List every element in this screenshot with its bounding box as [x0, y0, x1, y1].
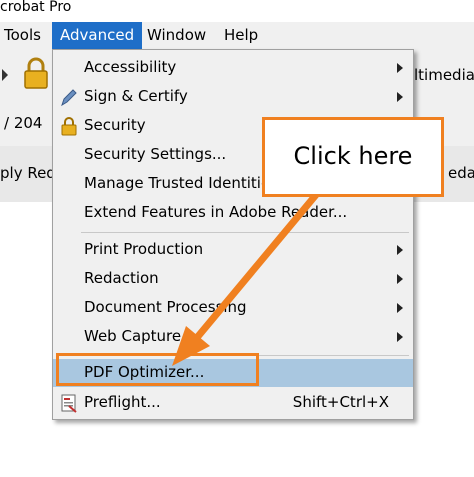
submenu-arrow-icon: [397, 274, 403, 284]
multimedia-label[interactable]: ltimedia: [414, 66, 474, 84]
submenu-arrow-icon: [397, 63, 403, 73]
lock-icon[interactable]: [22, 57, 50, 91]
pdf-optimizer-highlight-box: [56, 353, 259, 386]
toolbar-chevron-icon[interactable]: [2, 69, 8, 81]
menu-item-print-production[interactable]: Print Production: [53, 236, 413, 264]
menu-tools[interactable]: Tools: [0, 22, 49, 49]
click-here-callout: Click here: [262, 117, 444, 197]
menu-window[interactable]: Window: [139, 22, 214, 49]
redaction-label[interactable]: eda: [448, 164, 474, 182]
lock-icon: [61, 117, 77, 136]
callout-text: Click here: [293, 142, 413, 170]
submenu-arrow-icon: [397, 332, 403, 342]
submenu-arrow-icon: [397, 245, 403, 255]
preflight-icon: [61, 394, 77, 413]
menu-item-redaction[interactable]: Redaction: [53, 265, 413, 293]
menu-item-extend-features[interactable]: Extend Features in Adobe Reader...: [53, 199, 413, 227]
window-title: crobat Pro: [0, 0, 72, 15]
menu-advanced[interactable]: Advanced: [52, 22, 143, 49]
menu-bar: Tools Advanced Window Help: [0, 22, 474, 49]
submenu-arrow-icon: [397, 92, 403, 102]
menu-item-sign-certify[interactable]: Sign & Certify: [53, 83, 413, 111]
submenu-arrow-icon: [397, 303, 403, 313]
pen-icon: [61, 89, 77, 107]
menu-help[interactable]: Help: [216, 22, 266, 49]
preflight-shortcut: Shift+Ctrl+X: [292, 393, 389, 411]
title-bar: crobat Pro: [0, 0, 474, 22]
apply-redactions-label[interactable]: ply Red: [0, 164, 56, 182]
menu-item-document-processing[interactable]: Document Processing: [53, 294, 413, 322]
page-count: / 204: [4, 114, 43, 132]
menu-item-preflight[interactable]: Preflight... Shift+Ctrl+X: [53, 389, 413, 417]
menu-item-accessibility[interactable]: Accessibility: [53, 54, 413, 82]
menu-item-web-capture[interactable]: Web Capture: [53, 323, 413, 351]
menu-separator: [81, 232, 409, 233]
